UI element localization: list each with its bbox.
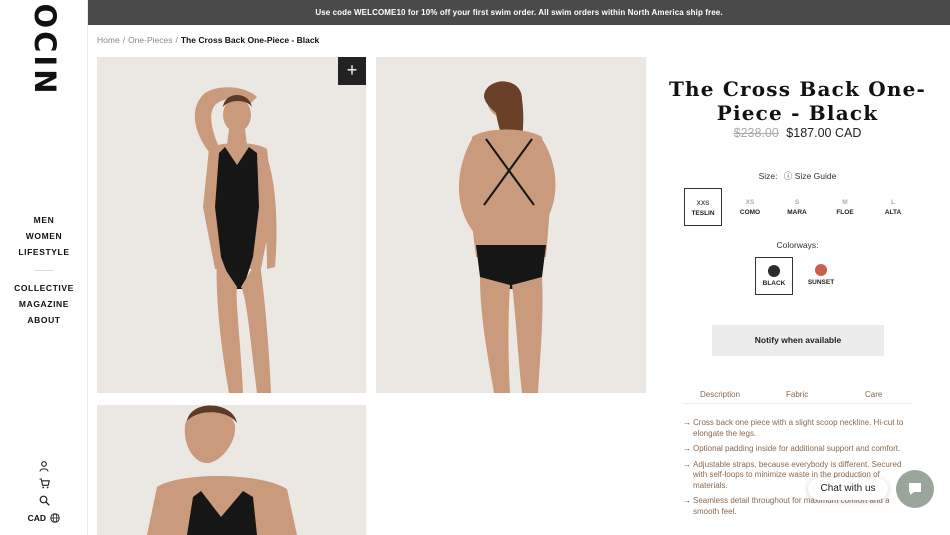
- breadcrumb: Home / One-Pieces / The Cross Back One-Piece…: [97, 35, 320, 45]
- tab-fabric[interactable]: Fabric: [786, 390, 808, 399]
- nav-collective[interactable]: COLLECTIVE: [0, 280, 88, 296]
- arrow-icon: →: [683, 496, 691, 505]
- tab-divider: [683, 403, 911, 404]
- colorways-label: Colorways:: [776, 240, 819, 250]
- cart-icon: [39, 478, 50, 489]
- model-closeup-photo[interactable]: [97, 405, 366, 535]
- model-front-photo[interactable]: [97, 57, 366, 393]
- model-back-photo[interactable]: [376, 57, 646, 393]
- nav-women[interactable]: WOMEN: [0, 228, 88, 244]
- main-nav: MEN WOMEN LIFESTYLE: [0, 212, 88, 260]
- size-option-l[interactable]: L ALTA: [874, 188, 912, 226]
- tab-description[interactable]: Description: [700, 390, 741, 404]
- arrow-icon: →: [683, 444, 691, 453]
- nav-magazine[interactable]: MAGAZINE: [0, 296, 88, 312]
- currency-label: CAD: [27, 512, 47, 523]
- color-dot: [768, 265, 780, 277]
- size-guide-link[interactable]: ⓘ Size Guide: [784, 171, 836, 181]
- original-price: $238.00: [733, 126, 779, 140]
- account-icon: [39, 461, 49, 472]
- zoom-button[interactable]: +: [338, 57, 366, 85]
- chat-button[interactable]: [896, 470, 934, 508]
- arrow-icon: →: [683, 459, 691, 469]
- colorway-black[interactable]: BLACK: [755, 257, 793, 295]
- search-button[interactable]: [0, 492, 88, 509]
- price: $238.00 $187.00 CAD: [655, 126, 940, 140]
- account-button[interactable]: [0, 458, 88, 475]
- size-option-xxs[interactable]: XXS TESLIN: [684, 188, 722, 226]
- notify-button[interactable]: Notify when available: [712, 325, 884, 356]
- info-tabs: Description Fabric Care: [683, 390, 911, 404]
- chat-label[interactable]: Chat with us: [808, 478, 888, 500]
- nav-divider: [34, 270, 54, 271]
- info-icon: ⓘ: [783, 171, 793, 181]
- chat-bubble-icon: [909, 483, 921, 495]
- size-option-m[interactable]: M FLOE: [826, 188, 864, 226]
- size-header: Size: ⓘ Size Guide: [655, 170, 940, 182]
- size-option-xs[interactable]: XS COMO: [731, 188, 769, 226]
- sale-price: $187.00 CAD: [786, 126, 862, 140]
- size-label: Size:: [758, 171, 778, 181]
- size-option-s[interactable]: S MARA: [778, 188, 816, 226]
- nav-lifestyle[interactable]: LIFESTYLE: [0, 244, 88, 260]
- breadcrumb-category[interactable]: One-Pieces: [128, 35, 172, 45]
- colorway-sunset[interactable]: SUNSET: [802, 257, 840, 295]
- search-icon: [39, 495, 50, 506]
- arrow-icon: →: [683, 418, 691, 427]
- promo-banner: Use code WELCOME10 for 10% off your firs…: [88, 0, 950, 25]
- globe-icon: [50, 513, 61, 523]
- color-dot: [815, 264, 827, 276]
- product-title: The Cross Back One-Piece - Black: [668, 77, 927, 125]
- brand-logo[interactable]: OCIN: [28, 4, 62, 97]
- currency-selector[interactable]: CAD: [0, 512, 88, 523]
- sidebar: OCIN MEN WOMEN LIFESTYLE COLLECTIVE MAGA…: [0, 0, 88, 535]
- list-item: → Cross back one piece with a slight scoo…: [683, 418, 904, 438]
- breadcrumb-home[interactable]: Home: [97, 35, 120, 45]
- breadcrumb-current: The Cross Back One-Piece - Black: [180, 35, 320, 45]
- cart-button[interactable]: [0, 475, 88, 492]
- tab-care[interactable]: Care: [865, 390, 882, 399]
- description-list: → Cross back one piece with a slight scoo…: [683, 418, 911, 522]
- secondary-nav: COLLECTIVE MAGAZINE ABOUT: [0, 280, 88, 328]
- list-item: → Optional padding inside for additional …: [683, 444, 901, 453]
- nav-men[interactable]: MEN: [0, 212, 88, 228]
- plus-icon: +: [346, 60, 358, 80]
- nav-about[interactable]: ABOUT: [0, 312, 88, 328]
